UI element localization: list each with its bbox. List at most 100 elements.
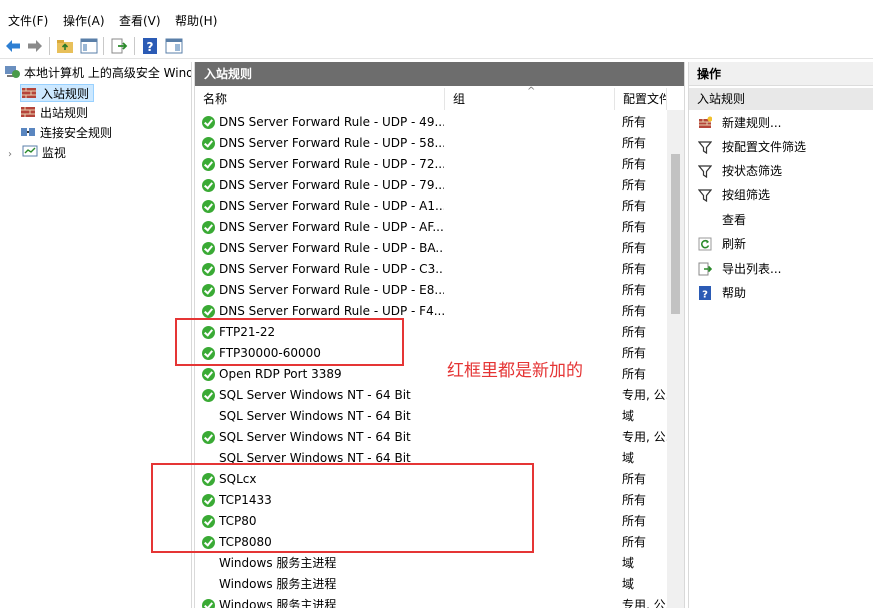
rule-name: DNS Server Forward Rule - UDP - 58... — [219, 136, 444, 150]
export-icon — [698, 262, 712, 276]
enabled-check-icon — [202, 137, 215, 150]
filter-icon — [698, 141, 712, 154]
action-item[interactable]: 按组筛选 — [689, 184, 873, 206]
annotation-text: 红框里都是新加的 — [447, 361, 583, 381]
rule-profile: 所有 — [622, 304, 647, 318]
rule-profile: 域 — [622, 451, 635, 465]
enabled-check-icon — [202, 221, 215, 234]
show-hide-tree-icon[interactable] — [80, 37, 98, 55]
actions-section-inbound-rules[interactable]: 入站规则 — [689, 88, 873, 110]
action-label: 导出列表... — [722, 262, 782, 276]
rule-profile: 所有 — [622, 220, 647, 234]
rule-name: SQL Server Windows NT - 64 Bit — [219, 409, 411, 423]
filter-icon — [698, 189, 712, 202]
action-item[interactable]: 按配置文件筛选 — [689, 136, 873, 158]
rule-profile: 所有 — [622, 157, 647, 171]
table-row[interactable]: DNS Server Forward Rule - UDP - E8... 所有 — [195, 280, 667, 301]
table-row[interactable]: SQL Server Windows NT - 64 Bit 域 — [195, 406, 667, 427]
tree-root[interactable]: 本地计算机 上的高级安全 Wind — [4, 64, 191, 82]
rule-profile: 所有 — [622, 472, 647, 486]
table-row[interactable]: Open RDP Port 3389 所有 — [195, 364, 667, 385]
forward-arrow-icon[interactable] — [26, 37, 44, 55]
tree-item-inbound-rules[interactable]: 入站规则 — [20, 84, 95, 102]
rule-name: SQL Server Windows NT - 64 Bit — [219, 388, 411, 402]
show-hide-action-pane-icon[interactable] — [165, 37, 183, 55]
svg-text:?: ? — [702, 290, 708, 301]
menu-file[interactable]: 文件(F) — [8, 12, 48, 29]
table-row[interactable]: DNS Server Forward Rule - UDP - BA... 所有 — [195, 238, 667, 259]
tree-item-outbound-rules[interactable]: 出站规则 — [20, 104, 88, 122]
rule-profile: 域 — [622, 409, 635, 423]
help-icon[interactable]: ? — [141, 37, 159, 55]
enabled-check-icon — [202, 158, 215, 171]
table-row[interactable]: DNS Server Forward Rule - UDP - 58... 所有 — [195, 133, 667, 154]
action-label: 刷新 — [722, 237, 747, 251]
rule-profile: 所有 — [622, 325, 647, 339]
enabled-check-icon — [202, 431, 215, 444]
rule-name: DNS Server Forward Rule - UDP - AF... — [219, 220, 444, 234]
table-row[interactable]: Windows 服务主进程 专用, 公... — [195, 595, 667, 608]
menu-help[interactable]: 帮助(H) — [175, 12, 217, 29]
tree-item-monitoring[interactable]: › 监视 — [8, 144, 66, 162]
tree-item-connection-security-rules[interactable]: 连接安全规则 — [20, 124, 112, 142]
rule-profile: 专用, 公... — [622, 430, 667, 444]
table-row[interactable]: DNS Server Forward Rule - UDP - 72... 所有 — [195, 154, 667, 175]
rule-profile: 域 — [622, 556, 635, 570]
rule-name: DNS Server Forward Rule - UDP - 49... — [219, 115, 444, 129]
actions-pane: 操作 入站规则 新建规则... 按配置文件筛选 按状态筛选 按组筛选 查看 刷新 导出列表.… — [688, 62, 873, 608]
table-row[interactable]: SQL Server Windows NT - 64 Bit 专用, 公... — [195, 427, 667, 448]
rule-name: DNS Server Forward Rule - UDP - 79... — [219, 178, 444, 192]
action-item[interactable]: 导出列表... — [689, 258, 873, 280]
action-label: 按状态筛选 — [722, 164, 783, 178]
highlight-box-tcp — [151, 463, 534, 553]
scrollbar-thumb[interactable] — [671, 154, 680, 314]
action-item[interactable]: 刷新 — [689, 233, 873, 255]
table-row[interactable]: Windows 服务主进程 域 — [195, 553, 667, 574]
table-row[interactable]: SQL Server Windows NT - 64 Bit 专用, 公... — [195, 385, 667, 406]
rule-profile: 所有 — [622, 283, 647, 297]
export-list-icon[interactable] — [110, 37, 128, 55]
rule-name: DNS Server Forward Rule - UDP - 72... — [219, 157, 444, 171]
rule-profile: 所有 — [622, 178, 647, 192]
rule-name: Open RDP Port 3389 — [219, 367, 342, 381]
action-item[interactable]: 按状态筛选 — [689, 160, 873, 182]
rule-profile: 所有 — [622, 367, 647, 381]
table-row[interactable]: DNS Server Forward Rule - UDP - AF... 所有 — [195, 217, 667, 238]
column-header-name[interactable]: 名称 — [195, 88, 445, 110]
table-row[interactable]: Windows 服务主进程 域 — [195, 574, 667, 595]
rule-name: DNS Server Forward Rule - UDP - BA... — [219, 241, 444, 255]
action-label: 按配置文件筛选 — [722, 140, 807, 154]
back-arrow-icon[interactable] — [4, 37, 22, 55]
menu-view[interactable]: 查看(V) — [119, 12, 161, 29]
menu-action[interactable]: 操作(A) — [63, 12, 105, 29]
new-rule-icon — [699, 116, 712, 128]
action-label: 帮助 — [722, 286, 747, 300]
enabled-check-icon — [202, 389, 215, 402]
action-item[interactable]: ? 帮助 — [689, 282, 873, 304]
table-row[interactable]: DNS Server Forward Rule - UDP - 79... 所有 — [195, 175, 667, 196]
menu-bar: 文件(F) 操作(A) 查看(V) 帮助(H) — [0, 0, 873, 34]
refresh-icon — [698, 237, 712, 251]
rule-profile: 所有 — [622, 115, 647, 129]
toolbar: ? — [0, 34, 873, 59]
action-item[interactable]: 查看 — [689, 209, 873, 231]
expand-chevron-icon[interactable]: › — [8, 146, 18, 164]
enabled-check-icon — [202, 263, 215, 276]
table-row[interactable]: DNS Server Forward Rule - UDP - A1... 所有 — [195, 196, 667, 217]
inbound-rules-icon — [22, 88, 36, 98]
rule-profile: 专用, 公... — [622, 598, 667, 608]
rule-name: Windows 服务主进程 — [219, 556, 337, 570]
pane-title: 入站规则 — [195, 62, 684, 86]
filter-icon — [698, 165, 712, 178]
table-row[interactable]: DNS Server Forward Rule - UDP - 49... 所有 — [195, 112, 667, 133]
enabled-check-icon — [202, 179, 215, 192]
rule-profile: 所有 — [622, 346, 647, 360]
table-row[interactable]: DNS Server Forward Rule - UDP - C3... 所有 — [195, 259, 667, 280]
rule-profile: 所有 — [622, 514, 647, 528]
rule-name: SQL Server Windows NT - 64 Bit — [219, 430, 411, 444]
rule-profile: 所有 — [622, 535, 647, 549]
up-folder-icon[interactable] — [56, 37, 74, 55]
monitoring-icon — [22, 145, 38, 157]
action-item[interactable]: 新建规则... — [689, 112, 873, 134]
column-header-profile[interactable]: 配置文件 — [615, 88, 667, 110]
